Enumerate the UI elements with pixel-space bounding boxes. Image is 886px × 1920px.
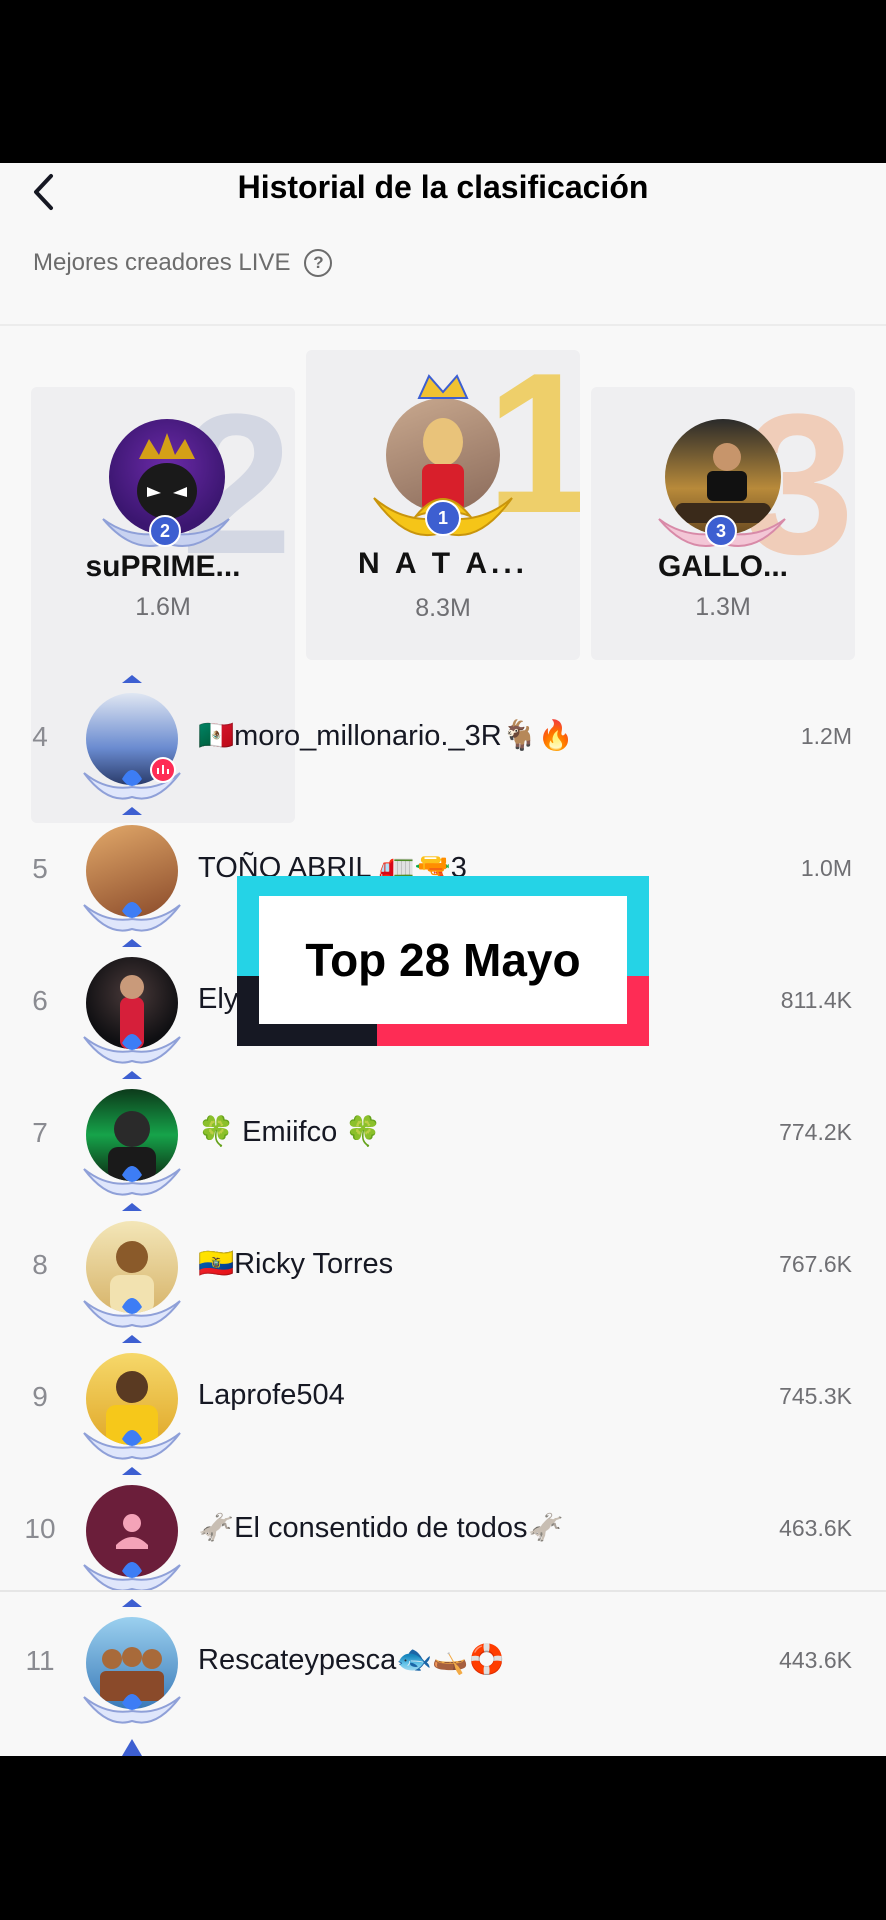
user-name: Ely [198, 983, 239, 1015]
podium-name: N A T A... [358, 547, 528, 580]
rank-badge: 1 [425, 500, 461, 536]
list-item[interactable]: 7 🍀 Emiifco 🍀 774.2K [0, 1071, 886, 1203]
score: 767.6K [779, 1251, 852, 1277]
score: 463.6K [779, 1515, 852, 1541]
avatar [86, 1485, 178, 1577]
overlay-banner: Top 28 Mayo [237, 876, 649, 1046]
rank-number: 10 [24, 1513, 56, 1544]
help-icon[interactable]: ? [304, 249, 333, 277]
rank-number: 4 [32, 721, 48, 752]
user-name: Rescateypesca🐟🛶🛟 [198, 1644, 505, 1676]
list-item[interactable]: 4 🇲🇽moro_millonario._3R🐐🔥 1.2M [0, 675, 886, 807]
bottom-black-bar [0, 1756, 886, 1920]
score: 811.4K [780, 987, 852, 1013]
avatar [86, 1617, 178, 1709]
podium-name: GALLO... [658, 550, 788, 583]
rank-number: 8 [32, 1249, 48, 1280]
header: Historial de la clasificación Mejores cr… [0, 163, 886, 283]
crown-top-icon [417, 374, 469, 399]
user-name: Laprofe504 [198, 1379, 345, 1411]
banner-text: Top 28 Mayo [305, 934, 581, 986]
podium-score: 1.3M [695, 593, 751, 621]
banner-text-box: Top 28 Mayo [259, 896, 627, 1024]
rank-number: 5 [32, 853, 48, 884]
score: 774.2K [779, 1119, 852, 1145]
subtitle: Mejores creadores LIVE [33, 249, 291, 276]
avatar [86, 825, 178, 917]
live-indicator-icon [150, 757, 176, 783]
list-item[interactable]: 10 🫏El consentido de todos🫏 463.6K [0, 1467, 886, 1599]
rank-badge: 3 [705, 515, 737, 547]
list-item[interactable]: 9 Laprofe504 745.3K [0, 1335, 886, 1467]
default-user-icon [116, 1514, 148, 1549]
podium-name: suPRIME... [85, 550, 241, 583]
list-divider [0, 1590, 886, 1592]
rank-badge: 2 [149, 515, 181, 547]
podium-score: 1.6M [135, 593, 191, 621]
rank-number: 11 [25, 1645, 55, 1676]
page-title: Historial de la clasificación [237, 169, 649, 205]
top-black-bar [0, 0, 886, 163]
avatar [86, 957, 178, 1049]
podium-card-second[interactable]: 2 2 suPRIME... 1.6M [31, 387, 295, 660]
header-divider [0, 324, 886, 326]
user-name: 🫏El consentido de todos🫏 [198, 1512, 564, 1544]
podium-card-third[interactable]: 3 3 GALLO... 1.3M [591, 387, 855, 660]
user-name: 🇪🇨Ricky Torres [198, 1248, 394, 1280]
lotus-frame-icon [122, 1739, 142, 1756]
subtitle-row: Mejores creadores LIVE ? [33, 249, 333, 277]
podium-score: 8.3M [415, 594, 471, 622]
user-name: 🍀 Emiifco 🍀 [198, 1116, 382, 1148]
avatar [86, 1089, 178, 1181]
rank-number: 7 [32, 1117, 48, 1148]
list-item[interactable]: 8 🇪🇨Ricky Torres 767.6K [0, 1203, 886, 1335]
list-item[interactable]: 11 Rescateypesca🐟🛶🛟 443.6K [0, 1599, 886, 1731]
podium-card-first[interactable]: 1 1 N A T A... 8.3M [306, 350, 580, 660]
score: 1.0M [800, 855, 852, 881]
leaderboard-screen: Historial de la clasificación Mejores cr… [0, 163, 886, 1756]
rank-number: 6 [32, 985, 48, 1016]
score: 745.3K [779, 1383, 852, 1409]
rank-number: 9 [32, 1381, 48, 1412]
user-name: 🇲🇽moro_millonario._3R🐐🔥 [198, 720, 574, 752]
score: 443.6K [779, 1647, 852, 1673]
avatar [86, 1221, 178, 1313]
score: 1.2M [800, 723, 852, 749]
avatar [86, 1353, 178, 1445]
